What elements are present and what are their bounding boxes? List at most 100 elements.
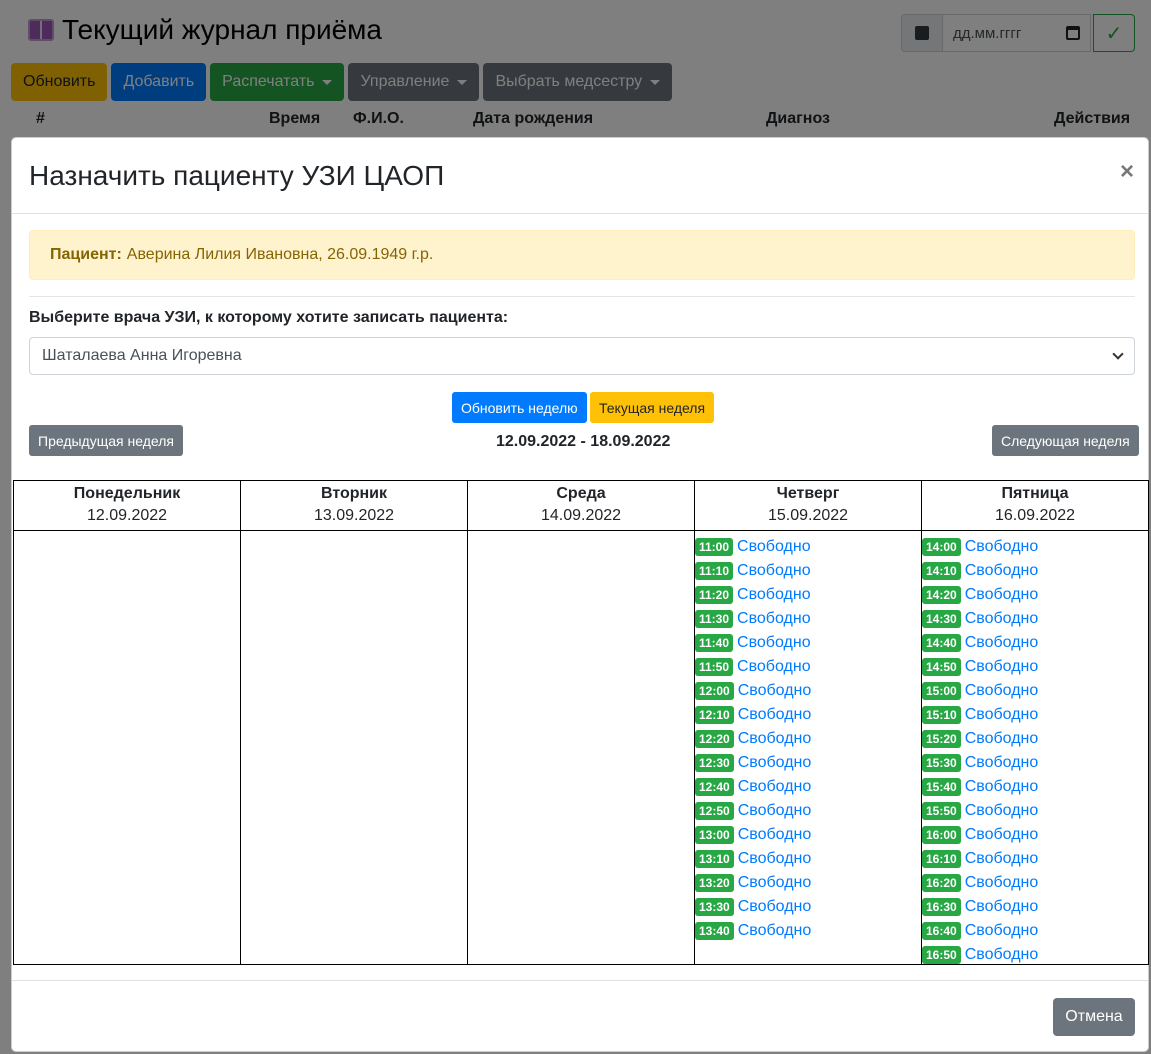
doctor-select[interactable]: Шаталаева Анна Игоревна bbox=[29, 337, 1135, 375]
slot-status-link[interactable]: Свободно bbox=[965, 778, 1039, 796]
time-slot: 11:10 Свободно bbox=[695, 559, 921, 583]
refresh-week-button[interactable]: Обновить неделю bbox=[452, 392, 587, 423]
time-slot: 15:20 Свободно bbox=[922, 727, 1148, 751]
time-slot: 13:30 Свободно bbox=[695, 895, 921, 919]
day-date: 14.09.2022 bbox=[540, 507, 622, 524]
slot-status-link[interactable]: Свободно bbox=[965, 562, 1039, 580]
slot-status-link[interactable]: Свободно bbox=[965, 874, 1039, 892]
slot-time-badge: 14:30 bbox=[922, 610, 961, 628]
slot-time-badge: 16:10 bbox=[922, 850, 961, 868]
slot-status-link[interactable]: Свободно bbox=[965, 754, 1039, 772]
slot-time-badge: 13:30 bbox=[695, 898, 734, 916]
slot-status-link[interactable]: Свободно bbox=[738, 826, 812, 844]
slot-status-link[interactable]: Свободно bbox=[738, 730, 812, 748]
slot-status-link[interactable]: Свободно bbox=[738, 802, 812, 820]
day-header: Среда 14.09.2022 bbox=[468, 481, 694, 531]
slot-time-badge: 15:10 bbox=[922, 706, 961, 724]
slot-status-link[interactable]: Свободно bbox=[965, 634, 1039, 652]
time-slot: 12:00 Свободно bbox=[695, 679, 921, 703]
time-slot: 13:00 Свободно bbox=[695, 823, 921, 847]
cancel-button[interactable]: Отмена bbox=[1053, 998, 1135, 1036]
slot-status-link[interactable]: Свободно bbox=[737, 562, 811, 580]
slot-status-link[interactable]: Свободно bbox=[965, 586, 1039, 604]
day-column-thursday: Четверг 15.09.2022 11:00 Свободно 11:10 Сво… bbox=[695, 481, 922, 964]
day-name: Пятница bbox=[1001, 485, 1069, 502]
time-slot: 16:40 Свободно bbox=[922, 919, 1148, 943]
slot-time-badge: 11:40 bbox=[695, 634, 734, 652]
slot-status-link[interactable]: Свободно bbox=[737, 538, 811, 556]
slot-status-link[interactable]: Свободно bbox=[738, 922, 812, 940]
slot-status-link[interactable]: Свободно bbox=[965, 922, 1039, 940]
modal-title: Назначить пациенту УЗИ ЦАОП bbox=[29, 160, 445, 191]
slot-status-link[interactable]: Свободно bbox=[738, 850, 812, 868]
time-slot: 12:30 Свободно bbox=[695, 751, 921, 775]
slot-status-link[interactable]: Свободно bbox=[965, 658, 1039, 676]
slot-time-badge: 14:10 bbox=[922, 562, 961, 580]
doctor-select-value: Шаталаева Анна Игоревна bbox=[42, 347, 242, 364]
slot-time-badge: 12:50 bbox=[695, 802, 734, 820]
time-slot: 16:20 Свободно bbox=[922, 871, 1148, 895]
next-week-button[interactable]: Следующая неделя bbox=[992, 425, 1139, 456]
slot-status-link[interactable]: Свободно bbox=[738, 898, 812, 916]
time-slot: 13:20 Свободно bbox=[695, 871, 921, 895]
slot-status-link[interactable]: Свободно bbox=[738, 874, 812, 892]
divider bbox=[29, 296, 1135, 297]
slot-status-link[interactable]: Свободно bbox=[737, 586, 811, 604]
slot-list bbox=[468, 531, 694, 535]
slot-time-badge: 12:30 bbox=[695, 754, 734, 772]
slot-status-link[interactable]: Свободно bbox=[737, 634, 811, 652]
time-slot: 15:00 Свободно bbox=[922, 679, 1148, 703]
slot-status-link[interactable]: Свободно bbox=[965, 682, 1039, 700]
day-column-wednesday: Среда 14.09.2022 bbox=[468, 481, 695, 964]
close-icon[interactable]: × bbox=[1120, 158, 1134, 186]
slot-time-badge: 14:40 bbox=[922, 634, 961, 652]
slot-status-link[interactable]: Свободно bbox=[965, 946, 1039, 964]
time-slot: 16:30 Свободно bbox=[922, 895, 1148, 919]
prev-week-button[interactable]: Предыдущая неделя bbox=[29, 425, 183, 456]
slot-status-link[interactable]: Свободно bbox=[965, 898, 1039, 916]
slot-status-link[interactable]: Свободно bbox=[965, 706, 1039, 724]
time-slot: 14:10 Свободно bbox=[922, 559, 1148, 583]
slot-time-badge: 11:20 bbox=[695, 586, 734, 604]
time-slot: 14:50 Свободно bbox=[922, 655, 1148, 679]
day-header: Вторник 13.09.2022 bbox=[241, 481, 467, 531]
slot-status-link[interactable]: Свободно bbox=[738, 682, 812, 700]
slot-status-link[interactable]: Свободно bbox=[965, 850, 1039, 868]
time-slot: 12:50 Свободно bbox=[695, 799, 921, 823]
slot-time-badge: 14:20 bbox=[922, 586, 961, 604]
slot-status-link[interactable]: Свободно bbox=[965, 730, 1039, 748]
slot-status-link[interactable]: Свободно bbox=[965, 826, 1039, 844]
slot-status-link[interactable]: Свободно bbox=[965, 802, 1039, 820]
slot-time-badge: 14:50 bbox=[922, 658, 961, 676]
slot-time-badge: 12:20 bbox=[695, 730, 734, 748]
slot-status-link[interactable]: Свободно bbox=[965, 538, 1039, 556]
time-slot: 16:00 Свободно bbox=[922, 823, 1148, 847]
time-slot: 14:20 Свободно bbox=[922, 583, 1148, 607]
slot-time-badge: 11:10 bbox=[695, 562, 734, 580]
modal-footer-divider bbox=[12, 980, 1148, 981]
day-name: Понедельник bbox=[73, 485, 181, 502]
schedule-table: Понедельник 12.09.2022 Вторник 13.09.202… bbox=[13, 480, 1149, 965]
slot-time-badge: 15:30 bbox=[922, 754, 961, 772]
slot-time-badge: 13:40 bbox=[695, 922, 734, 940]
slot-status-link[interactable]: Свободно bbox=[737, 610, 811, 628]
time-slot: 11:30 Свободно bbox=[695, 607, 921, 631]
slot-status-link[interactable]: Свободно bbox=[738, 706, 812, 724]
slot-time-badge: 11:30 bbox=[695, 610, 734, 628]
slot-status-link[interactable]: Свободно bbox=[738, 778, 812, 796]
time-slot: 14:00 Свободно bbox=[922, 535, 1148, 559]
slot-status-link[interactable]: Свободно bbox=[965, 610, 1039, 628]
day-header: Понедельник 12.09.2022 bbox=[14, 481, 240, 531]
slot-time-badge: 16:50 bbox=[922, 946, 961, 964]
time-slot: 12:40 Свободно bbox=[695, 775, 921, 799]
slot-time-badge: 16:30 bbox=[922, 898, 961, 916]
day-column-monday: Понедельник 12.09.2022 bbox=[14, 481, 241, 964]
current-week-button[interactable]: Текущая неделя bbox=[590, 392, 715, 423]
slot-list: 14:00 Свободно 14:10 Свободно 14:20 Свободно 1… bbox=[922, 531, 1148, 967]
time-slot: 15:50 Свободно bbox=[922, 799, 1148, 823]
slot-status-link[interactable]: Свободно bbox=[738, 754, 812, 772]
slot-time-badge: 15:50 bbox=[922, 802, 961, 820]
slot-time-badge: 16:00 bbox=[922, 826, 961, 844]
slot-status-link[interactable]: Свободно bbox=[737, 658, 811, 676]
time-slot: 11:00 Свободно bbox=[695, 535, 921, 559]
